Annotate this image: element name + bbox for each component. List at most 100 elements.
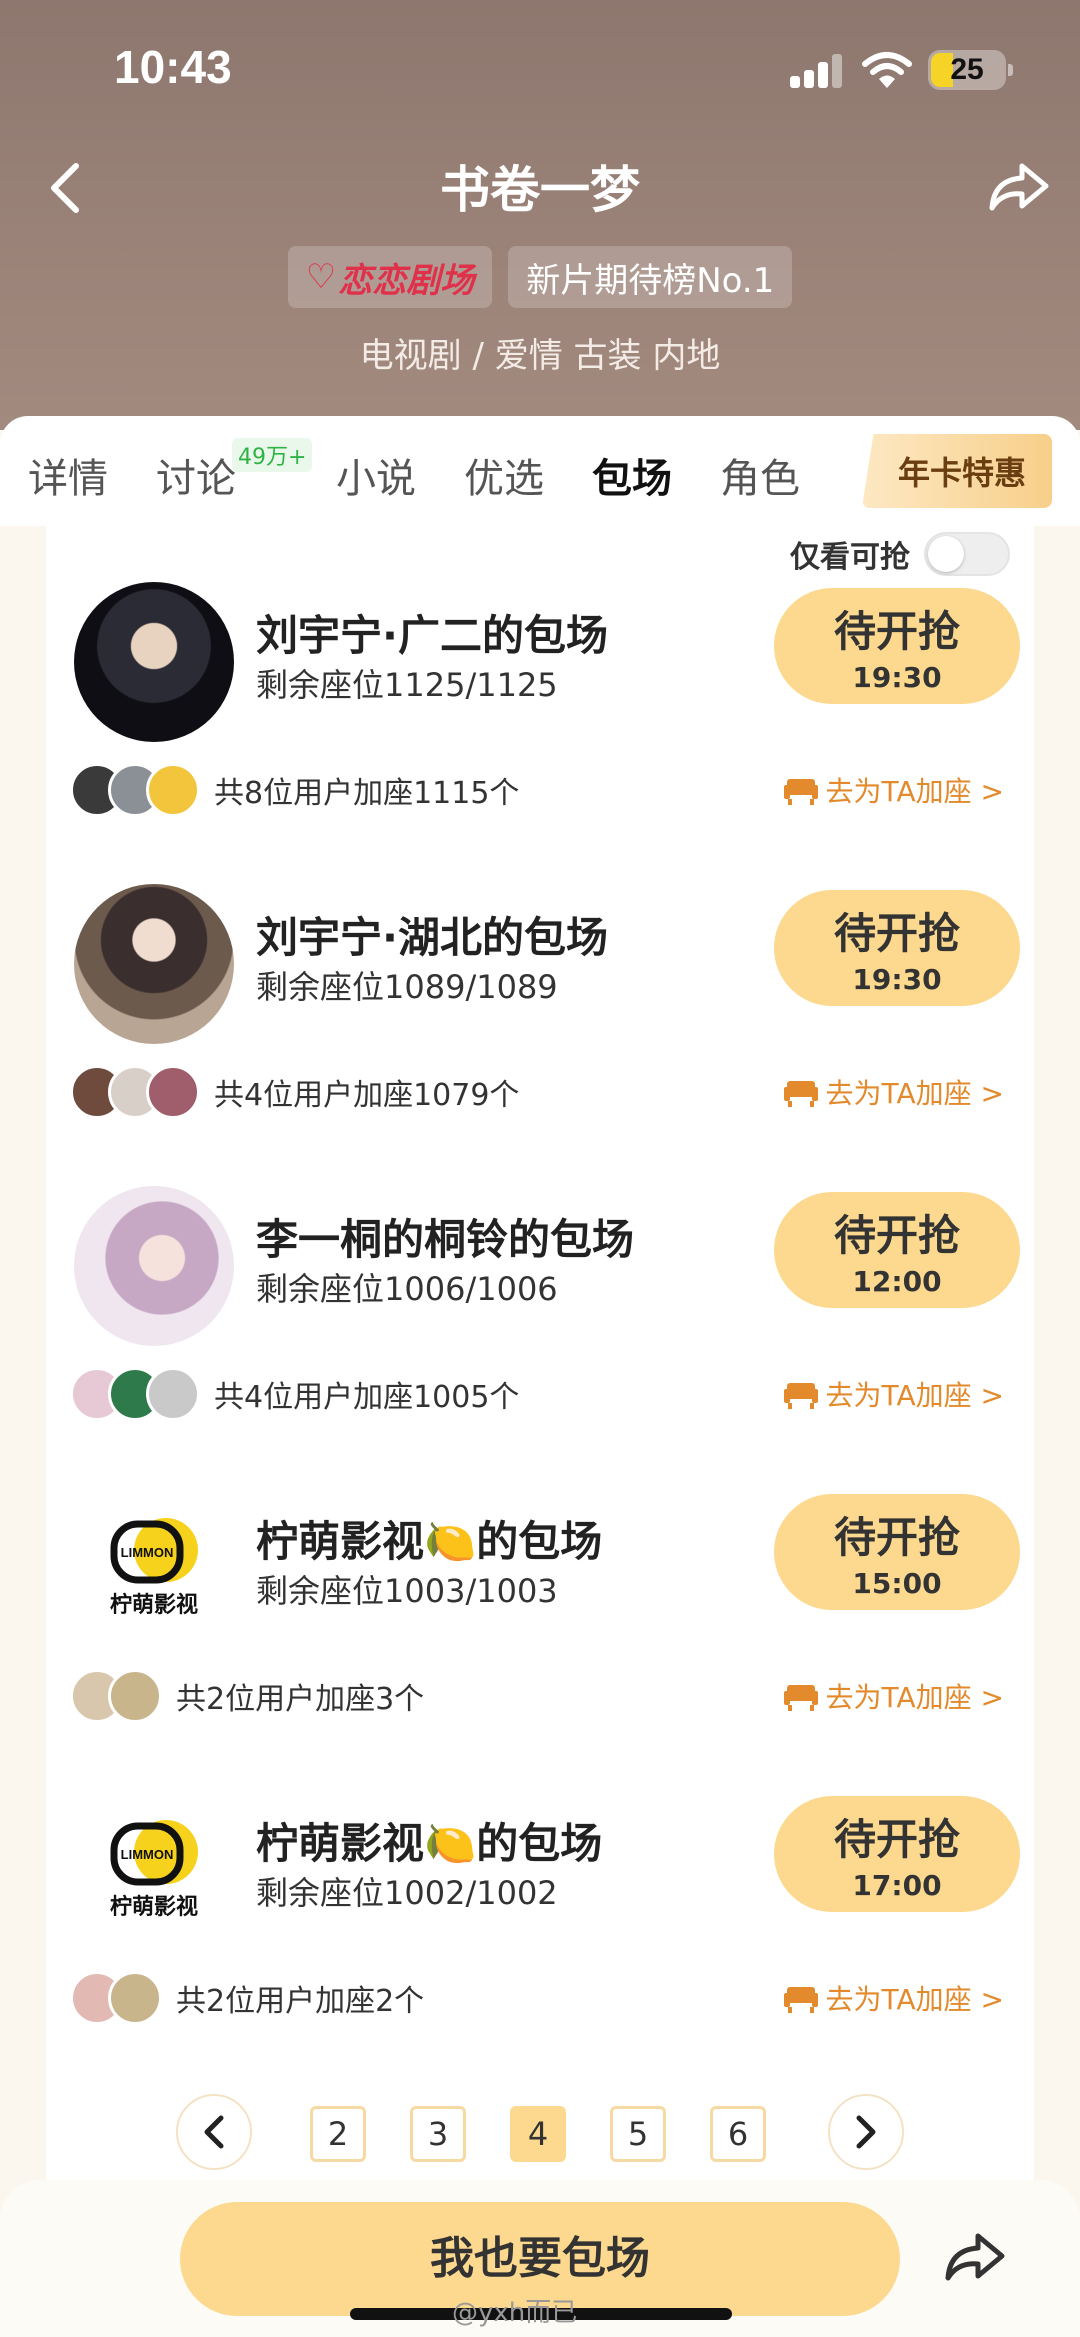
avatar	[146, 1367, 200, 1421]
screening-list: 仅看可抢 刘宇宁·广二的包场 剩余座位1125/1125 待开抢 19:30 共…	[46, 526, 1034, 2186]
seat-icon	[783, 779, 818, 805]
avatar	[146, 1065, 200, 1119]
list-item[interactable]: LIMMON 柠萌影视 柠萌影视🍋的包场 剩余座位1002/1002 待开抢 1…	[46, 1768, 1034, 2070]
item-seats: 剩余座位1125/1125	[256, 666, 558, 704]
page-button[interactable]: 6	[710, 2106, 766, 2162]
join-label: 去为TA加座 >	[825, 775, 1004, 808]
user-avatars: 共4位用户加座1079个	[70, 1062, 519, 1122]
limmon-logo-icon: LIMMON 柠萌影视	[110, 1820, 198, 1920]
tab-screening[interactable]: 包场	[592, 446, 672, 504]
grab-button[interactable]: 待开抢 17:00	[774, 1796, 1020, 1912]
wifi-icon	[862, 52, 912, 88]
item-title: 柠萌影视🍋的包场	[256, 1819, 603, 1868]
share-icon[interactable]	[984, 152, 1054, 222]
page-button-current[interactable]: 4	[510, 2106, 566, 2162]
rank-badge[interactable]: 新片期待榜No.1	[508, 246, 793, 308]
item-seats: 剩余座位1089/1089	[256, 968, 558, 1006]
join-link[interactable]: 去为TA加座 >	[783, 1978, 1004, 2018]
tab-details[interactable]: 详情	[28, 446, 108, 504]
grab-label: 待开抢	[833, 1815, 960, 1864]
list-item[interactable]: 李一桐的桐铃的包场 剩余座位1006/1006 待开抢 12:00 共4位用户加…	[46, 1164, 1034, 1466]
seat-icon	[783, 1383, 818, 1409]
grab-button[interactable]: 待开抢 15:00	[774, 1494, 1020, 1610]
brand-badge: ♡ 恋恋剧场	[287, 246, 493, 308]
next-page-button[interactable]	[828, 2094, 904, 2170]
join-label: 去为TA加座 >	[825, 1379, 1004, 1412]
logo-text-en: LIMMON	[121, 1847, 174, 1862]
avatar	[108, 1669, 162, 1723]
share-icon[interactable]	[940, 2222, 1010, 2292]
users-summary: 共4位用户加座1005个	[214, 1380, 520, 1415]
tab-picks[interactable]: 优选	[464, 446, 544, 504]
grab-label: 待开抢	[833, 1211, 960, 1260]
chevron-left-icon	[204, 2115, 224, 2149]
join-link[interactable]: 去为TA加座 >	[783, 770, 1004, 810]
grab-time: 12:00	[852, 1265, 942, 1298]
battery-icon: 25	[928, 50, 1013, 90]
page-title: 书卷一梦	[440, 161, 640, 219]
users-summary: 共2位用户加座2个	[176, 1984, 425, 2019]
discussion-count-badge: 49万+	[232, 438, 313, 472]
limmon-logo-icon: LIMMON 柠萌影视	[110, 1518, 198, 1618]
chevron-right-icon	[856, 2115, 876, 2149]
item-title: 柠萌影视🍋的包场	[256, 1517, 603, 1566]
genre-line: 电视剧 / 爱情 古装 内地	[359, 336, 721, 376]
join-label: 去为TA加座 >	[825, 1983, 1004, 2016]
grab-button[interactable]: 待开抢 19:30	[774, 890, 1020, 1006]
user-avatars: 共2位用户加座3个	[70, 1666, 424, 1726]
avatar	[74, 582, 234, 742]
seat-icon	[783, 1081, 818, 1107]
list-item[interactable]: 刘宇宁·广二的包场 剩余座位1125/1125 待开抢 19:30 共8位用户加…	[46, 560, 1034, 862]
grab-time: 15:00	[852, 1567, 942, 1600]
tab-novel[interactable]: 小说	[336, 446, 416, 504]
limmon-logo: LIMMON 柠萌影视	[74, 1790, 234, 1950]
badge-row: ♡ 恋恋剧场 新片期待榜No.1	[0, 246, 1080, 308]
item-title: 刘宇宁·湖北的包场	[256, 913, 608, 962]
prev-page-button[interactable]	[176, 2094, 252, 2170]
logo-text-cn: 柠萌影视	[110, 1894, 198, 1920]
users-summary: 共8位用户加座1115个	[214, 776, 520, 811]
battery-level: 25	[950, 53, 984, 86]
join-link[interactable]: 去为TA加座 >	[783, 1676, 1004, 1716]
signal-icon	[790, 54, 844, 88]
grab-button[interactable]: 待开抢 19:30	[774, 588, 1020, 704]
header: 10:43 25 书卷一梦 ♡ 恋恋剧场 新片期待榜No.1 电视剧 / 爱情 古…	[0, 0, 1080, 430]
logo-text-cn: 柠萌影视	[110, 1592, 198, 1618]
grab-label: 待开抢	[833, 607, 960, 656]
grab-time: 19:30	[852, 963, 942, 996]
watermark: @yxh而已	[452, 2298, 578, 2328]
tab-bar: 详情 讨论 49万+ 小说 优选 包场 角色 年卡特惠	[0, 416, 1080, 526]
avatar	[146, 763, 200, 817]
status-time: 10:43	[114, 41, 232, 93]
list-item[interactable]: LIMMON 柠萌影视 柠萌影视🍋的包场 剩余座位1003/1003 待开抢 1…	[46, 1466, 1034, 1768]
users-summary: 共4位用户加座1079个	[214, 1078, 520, 1113]
grab-time: 19:30	[852, 661, 942, 694]
list-item[interactable]: 刘宇宁·湖北的包场 剩余座位1089/1089 待开抢 19:30 共4位用户加…	[46, 862, 1034, 1164]
limmon-logo: LIMMON 柠萌影视	[74, 1488, 234, 1648]
join-label: 去为TA加座 >	[825, 1077, 1004, 1110]
item-title: 李一桐的桐铃的包场	[256, 1215, 635, 1264]
avatar	[74, 1186, 234, 1346]
grab-label: 待开抢	[833, 909, 960, 958]
page-button[interactable]: 5	[610, 2106, 666, 2162]
join-link[interactable]: 去为TA加座 >	[783, 1072, 1004, 1112]
tab-discussion[interactable]: 讨论	[156, 446, 236, 504]
grab-button[interactable]: 待开抢 12:00	[774, 1192, 1020, 1308]
tab-roles[interactable]: 角色	[720, 446, 800, 504]
user-avatars: 共8位用户加座1115个	[70, 760, 519, 820]
grab-label: 待开抢	[833, 1513, 960, 1562]
join-label: 去为TA加座 >	[825, 1681, 1004, 1714]
join-link[interactable]: 去为TA加座 >	[783, 1374, 1004, 1414]
users-summary: 共2位用户加座3个	[176, 1682, 425, 1717]
heart-icon: ♡	[305, 257, 337, 297]
user-avatars: 共2位用户加座2个	[70, 1968, 424, 2028]
item-title: 刘宇宁·广二的包场	[256, 611, 608, 660]
page-button[interactable]: 2	[310, 2106, 366, 2162]
user-avatars: 共4位用户加座1005个	[70, 1364, 519, 1424]
annual-card-button[interactable]: 年卡特惠	[862, 434, 1052, 508]
logo-text-en: LIMMON	[121, 1545, 174, 1560]
item-seats: 剩余座位1003/1003	[256, 1572, 558, 1610]
grab-time: 17:00	[852, 1869, 942, 1902]
page-button[interactable]: 3	[410, 2106, 466, 2162]
item-seats: 剩余座位1006/1006	[256, 1270, 558, 1308]
